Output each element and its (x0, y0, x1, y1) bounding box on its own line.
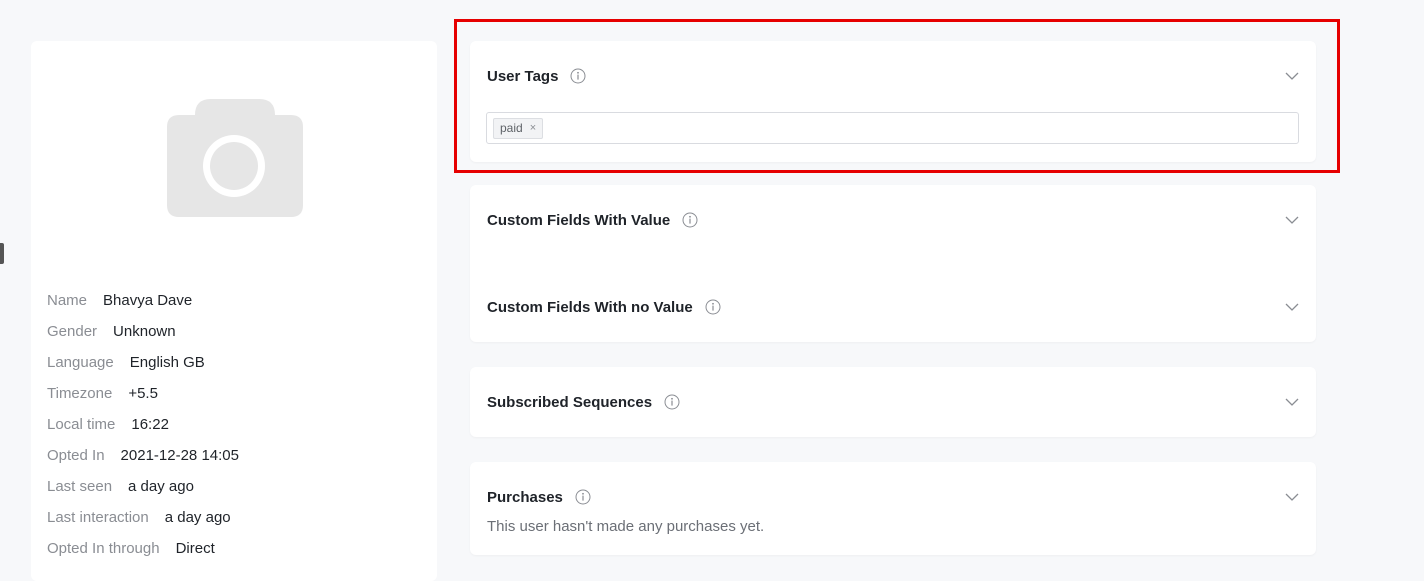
tag-label: paid (500, 121, 523, 135)
tag-chip: paid × (493, 117, 544, 139)
info-label: Last seen (47, 478, 113, 495)
chevron-down-icon[interactable] (1284, 212, 1300, 228)
profile-info-list: Name Bhavya Dave Gender Unknown Language… (47, 285, 239, 564)
info-row-last-seen: Last seen a day ago (47, 471, 239, 502)
custom-fields-with-value-header[interactable]: Custom Fields With Value (487, 208, 1300, 232)
info-row-timezone: Timezone +5.5 (47, 378, 239, 409)
info-value: a day ago (128, 478, 194, 495)
info-value: English GB (129, 354, 205, 371)
info-icon[interactable] (705, 299, 721, 315)
purchases-empty-text: This user hasn't made any purchases yet. (487, 518, 765, 535)
user-tags-card: User Tags paid × (470, 41, 1316, 162)
section-title: Custom Fields With Value (487, 211, 671, 229)
custom-fields-no-value-header[interactable]: Custom Fields With no Value (487, 295, 1300, 319)
info-icon[interactable] (570, 68, 586, 84)
info-value: Unknown (113, 323, 176, 340)
chevron-down-icon[interactable] (1284, 394, 1300, 410)
info-label: Gender (47, 323, 98, 340)
subscribed-sequences-card: Subscribed Sequences (470, 367, 1316, 437)
info-value: a day ago (164, 509, 231, 526)
info-label: Opted In through (47, 540, 160, 557)
info-label: Timezone (47, 385, 113, 402)
info-row-gender: Gender Unknown (47, 316, 239, 347)
info-row-opted-in: Opted In 2021-12-28 14:05 (47, 440, 239, 471)
subscribed-sequences-header[interactable]: Subscribed Sequences (487, 390, 1300, 414)
info-value: Direct (175, 540, 215, 557)
info-row-name: Name Bhavya Dave (47, 285, 239, 316)
info-row-local-time: Local time 16:22 (47, 409, 239, 440)
chevron-down-icon[interactable] (1284, 299, 1300, 315)
side-panel-handle[interactable] (0, 243, 4, 264)
info-value: 16:22 (131, 416, 169, 433)
info-value: +5.5 (128, 385, 158, 402)
tag-remove-icon[interactable]: × (530, 122, 536, 134)
chevron-down-icon[interactable] (1284, 489, 1300, 505)
section-title: Subscribed Sequences (487, 393, 653, 411)
custom-fields-card: Custom Fields With Value Custom Fields W… (470, 185, 1316, 342)
chevron-down-icon[interactable] (1284, 68, 1300, 84)
info-icon[interactable] (682, 212, 698, 228)
info-label: Language (47, 354, 114, 371)
user-tags-input[interactable]: paid × (486, 112, 1299, 144)
info-icon[interactable] (664, 394, 680, 410)
user-tags-header[interactable]: User Tags (487, 64, 1300, 88)
section-title: User Tags (487, 67, 559, 85)
info-label: Last interaction (47, 509, 149, 526)
purchases-header[interactable]: Purchases (487, 485, 1300, 509)
info-label: Local time (47, 416, 116, 433)
info-label: Name (47, 292, 88, 309)
info-row-opted-in-through: Opted In through Direct (47, 533, 239, 564)
section-title: Purchases (487, 488, 563, 506)
info-value: 2021-12-28 14:05 (120, 447, 239, 464)
info-icon[interactable] (575, 489, 591, 505)
camera-icon[interactable] (167, 97, 303, 217)
section-title: Custom Fields With no Value (487, 298, 693, 316)
info-row-last-interaction: Last interaction a day ago (47, 502, 239, 533)
info-label: Opted In (47, 447, 105, 464)
purchases-card: Purchases This user hasn't made any purc… (470, 462, 1316, 555)
info-row-language: Language English GB (47, 347, 239, 378)
profile-card: Name Bhavya Dave Gender Unknown Language… (31, 41, 437, 581)
info-value: Bhavya Dave (103, 292, 193, 309)
